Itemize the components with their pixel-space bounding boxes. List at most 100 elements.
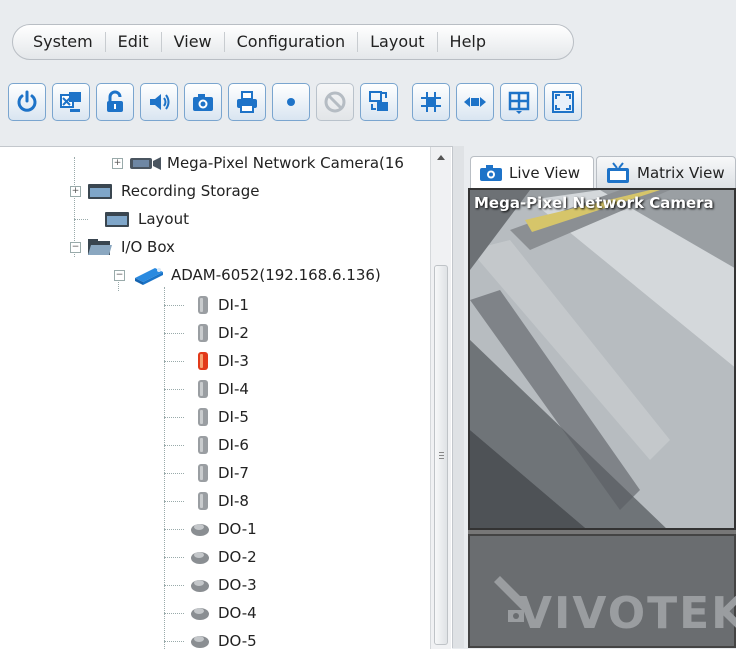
expand-icon[interactable]: + (70, 185, 81, 197)
tree-label-di: DI-5 (218, 408, 249, 426)
tree-node-do-2[interactable]: DO-2 (164, 544, 257, 570)
tree-node-io-box[interactable]: − I/O Box (70, 234, 175, 260)
menu-layout[interactable]: Layout (358, 32, 438, 52)
tab-label: Matrix View (637, 163, 725, 182)
unlock-icon (107, 90, 123, 112)
digital-input-icon (198, 464, 208, 482)
digital-output-icon (191, 636, 209, 648)
tree-node-di-8[interactable]: DI-8 (164, 488, 249, 514)
menu-view[interactable]: View (162, 32, 225, 52)
scroll-thumb[interactable] (434, 265, 448, 645)
video-viewport: Mega-Pixel Network Camera VIVOTEK (468, 188, 736, 648)
tree-label-di: DI-6 (218, 436, 249, 454)
no-entry-icon (324, 91, 346, 113)
ptz-button[interactable] (456, 83, 494, 121)
snapshot-button[interactable] (184, 83, 222, 121)
folder-icon (88, 184, 112, 199)
tree-node-recording-storage[interactable]: + Recording Storage (70, 178, 259, 204)
camera-icon (480, 164, 502, 181)
tree-label-camera: Mega-Pixel Network Camera(16 (167, 154, 404, 172)
digital-output-icon (191, 524, 209, 536)
tree-label-layout: Layout (138, 210, 189, 228)
menu-system[interactable]: System (13, 32, 106, 52)
record-button[interactable] (272, 83, 310, 121)
scroll-up-icon[interactable] (431, 149, 451, 165)
tree-label-di: DI-8 (218, 492, 249, 510)
menu-help[interactable]: Help (438, 32, 498, 52)
video-image (470, 190, 734, 528)
tab-label: Live View (509, 163, 580, 182)
menu-configuration[interactable]: Configuration (225, 32, 359, 52)
remote-desktop-icon (60, 92, 81, 112)
digital-input-active-icon (198, 352, 208, 370)
tree-label-do: DO-5 (218, 632, 257, 649)
tab-live-view[interactable]: Live View (470, 156, 594, 188)
tree-node-di-2[interactable]: DI-2 (164, 320, 249, 346)
ptz-arrows-icon (464, 97, 486, 107)
fullscreen-button[interactable] (544, 83, 582, 121)
digital-input-icon (198, 492, 208, 510)
tree-label-device: ADAM-6052(192.168.6.136) (171, 266, 381, 284)
tree-node-di-5[interactable]: DI-5 (164, 404, 249, 430)
tree-label-di: DI-4 (218, 380, 249, 398)
tree-node-device[interactable]: − ADAM-6052(192.168.6.136) (114, 262, 381, 288)
open-folder-icon (88, 239, 112, 255)
digital-input-icon (198, 380, 208, 398)
print-button[interactable] (228, 83, 266, 121)
tree-label-di: DI-1 (218, 296, 249, 314)
tree-label-do: DO-3 (218, 576, 257, 594)
tree-node-do-1[interactable]: DO-1 (164, 516, 257, 542)
digital-output-icon (191, 552, 209, 564)
tree-node-layout[interactable]: Layout (74, 206, 189, 232)
tree-label-di: DI-2 (218, 324, 249, 342)
camera-icon (130, 157, 161, 170)
empty-video-slot[interactable]: VIVOTEK (468, 534, 736, 648)
tv-icon (607, 161, 629, 183)
folder-icon (105, 212, 129, 227)
digital-output-icon (191, 608, 209, 620)
tree-node-do-5[interactable]: DO-5 (164, 628, 257, 649)
io-device-icon (135, 268, 163, 285)
speaker-icon (150, 94, 170, 110)
network-switch-button[interactable] (360, 83, 398, 121)
collapse-icon[interactable]: − (70, 241, 81, 253)
network-switch-icon (369, 91, 388, 111)
fullscreen-icon (552, 91, 574, 113)
tree-node-di-1[interactable]: DI-1 (164, 292, 249, 318)
tree-label-do: DO-2 (218, 548, 257, 566)
tree-label-io-box: I/O Box (121, 238, 175, 256)
power-button[interactable] (8, 83, 46, 121)
tree-scrollbar[interactable] (430, 147, 451, 649)
tree-node-di-7[interactable]: DI-7 (164, 460, 249, 486)
tree-node-di-4[interactable]: DI-4 (164, 376, 249, 402)
stop-button[interactable] (316, 83, 354, 121)
tree-node-do-4[interactable]: DO-4 (164, 600, 257, 626)
unlock-button[interactable] (96, 83, 134, 121)
record-icon (287, 98, 295, 106)
camera-video-feed[interactable]: Mega-Pixel Network Camera (468, 188, 736, 530)
quad-layout-icon (508, 91, 530, 114)
quad-layout-button[interactable] (500, 83, 538, 121)
audio-button[interactable] (140, 83, 178, 121)
digital-output-icon (191, 580, 209, 592)
tree-node-do-3[interactable]: DO-3 (164, 572, 257, 598)
camera-title: Mega-Pixel Network Camera (474, 194, 714, 212)
digital-input-icon (198, 408, 208, 426)
print-icon (237, 91, 257, 113)
device-tree: + Mega-Pixel Network Camera(16 + Recordi… (0, 146, 452, 649)
tree-node-camera[interactable]: + Mega-Pixel Network Camera(16 (112, 150, 404, 176)
grid-adjust-icon (421, 92, 441, 112)
tree-node-di-3[interactable]: DI-3 (164, 348, 249, 374)
menu-edit[interactable]: Edit (106, 32, 162, 52)
tree-label-di: DI-7 (218, 464, 249, 482)
tab-matrix-view[interactable]: Matrix View (596, 156, 736, 188)
tree-node-di-6[interactable]: DI-6 (164, 432, 249, 458)
digital-input-icon (198, 324, 208, 342)
remote-desktop-button[interactable] (52, 83, 90, 121)
menu-bar: System Edit View Configuration Layout He… (12, 24, 574, 60)
tree-label-recording-storage: Recording Storage (121, 182, 260, 200)
collapse-icon[interactable]: − (114, 269, 125, 281)
expand-icon[interactable]: + (112, 157, 123, 169)
grid-adjust-button[interactable] (412, 83, 450, 121)
digital-input-icon (198, 436, 208, 454)
